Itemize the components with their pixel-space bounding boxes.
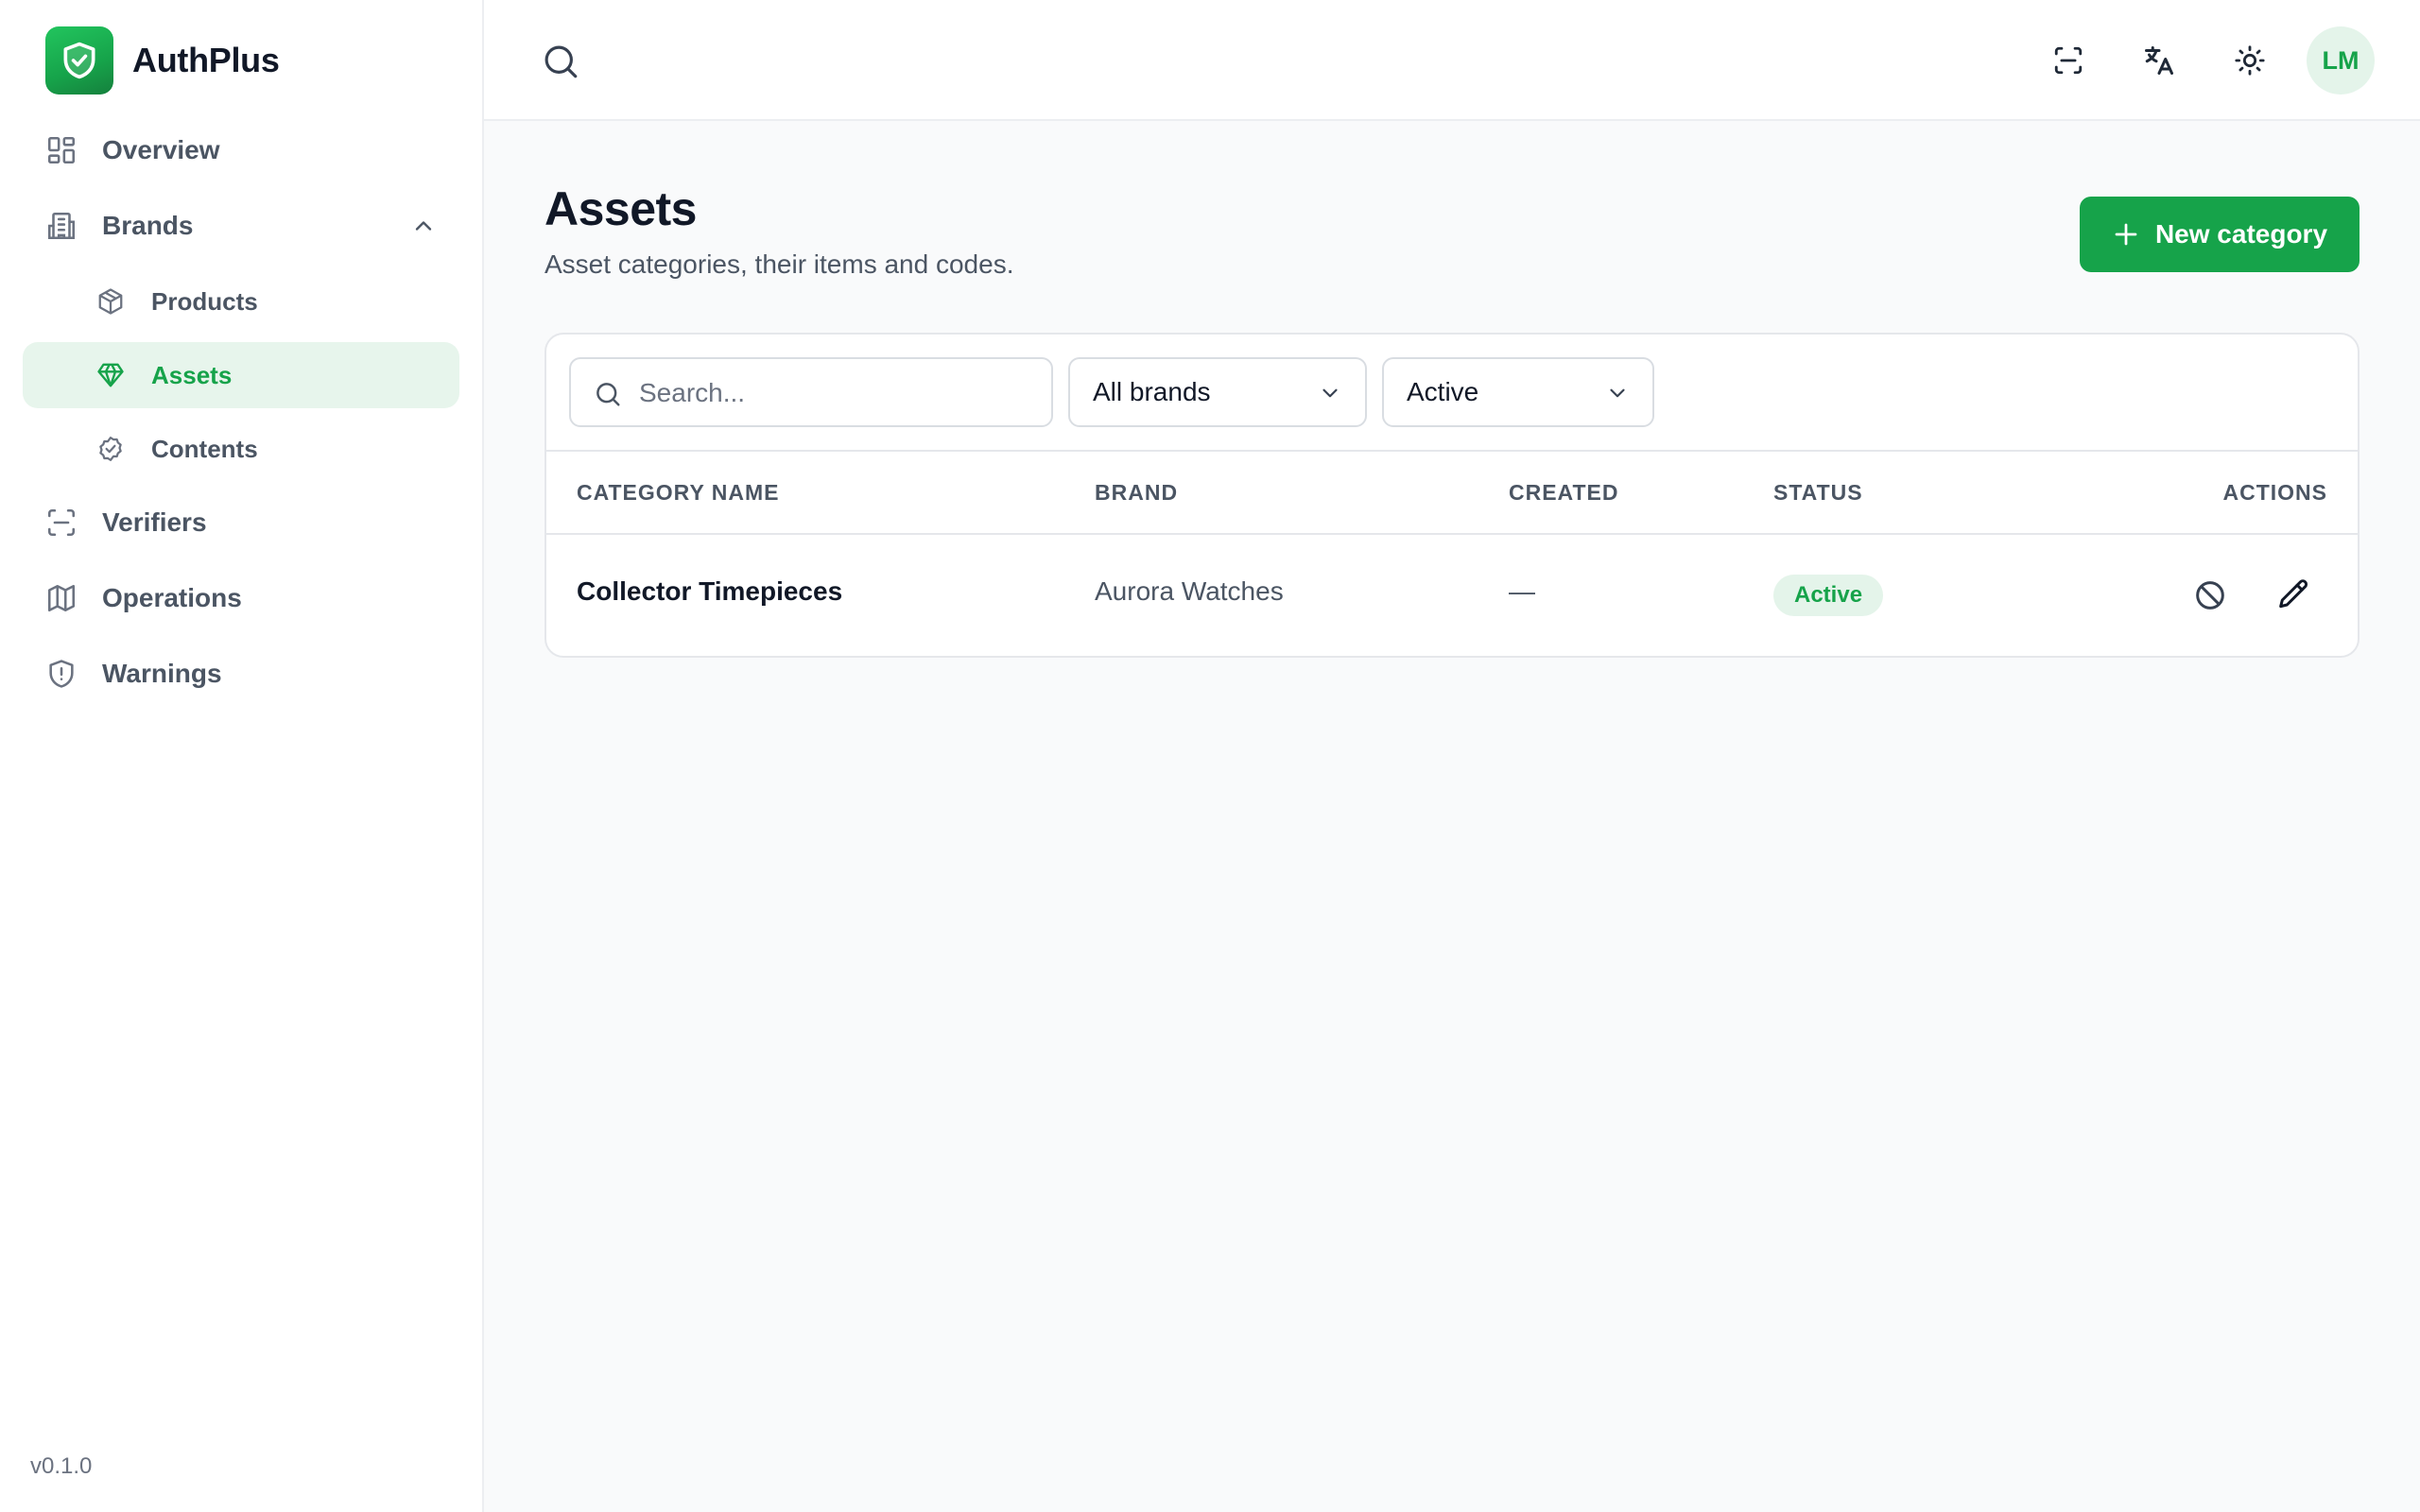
status-select[interactable]: Active <box>1382 357 1654 427</box>
page-title: Assets <box>544 182 698 235</box>
badge-check-icon <box>96 435 125 463</box>
shield-alert-icon <box>45 658 78 690</box>
new-category-label: New category <box>2154 219 2328 249</box>
sidebar-item-contents[interactable]: Contents <box>23 416 459 482</box>
brand-select[interactable]: All brands <box>1068 357 1367 427</box>
sidebar-item-label: Verifiers <box>102 507 207 537</box>
sidebar-item-brands[interactable]: Brands <box>23 193 459 259</box>
table-header: CATEGORY NAME BRAND CREATED STATUS ACTIO… <box>546 450 2358 535</box>
building-icon <box>45 210 78 242</box>
chevron-down-icon <box>1318 381 1342 405</box>
column-header-brand[interactable]: BRAND <box>1095 480 1178 506</box>
avatar[interactable]: LM <box>2307 26 2375 94</box>
edit-pencil-icon[interactable] <box>2274 576 2312 614</box>
disable-icon[interactable] <box>2191 576 2229 614</box>
sidebar-item-label: Overview <box>102 135 220 164</box>
table-row[interactable]: Collector Timepieces Aurora Watches — Ac… <box>546 535 2358 656</box>
sidebar-item-assets[interactable]: Assets <box>23 342 459 408</box>
box-icon <box>96 287 125 316</box>
sidebar-item-products[interactable]: Products <box>23 268 459 335</box>
app-name: AuthPlus <box>132 41 280 79</box>
plus-icon <box>2112 220 2140 249</box>
topbar-actions: LM <box>2012 26 2375 94</box>
status-badge: Active <box>1773 575 1884 616</box>
app-brand[interactable]: AuthPlus <box>45 26 280 94</box>
chevron-down-icon <box>1605 381 1630 405</box>
sun-icon[interactable] <box>2216 26 2284 94</box>
column-header-created[interactable]: CREATED <box>1509 480 1618 506</box>
grid-icon <box>45 134 78 166</box>
sidebar-item-label: Brands <box>102 211 194 240</box>
brand-cell: Aurora Watches <box>1095 576 1284 606</box>
sidebar-item-label: Products <box>151 286 258 316</box>
assets-table-card: All brands Active CATEGORY NAME BRAND CR… <box>544 333 2360 658</box>
search-icon[interactable] <box>541 42 580 81</box>
new-category-button[interactable]: New category <box>2080 197 2360 272</box>
created-cell: — <box>1509 576 1535 606</box>
search-input[interactable] <box>639 372 1036 414</box>
scan-icon[interactable] <box>2034 26 2102 94</box>
category-name-cell[interactable]: Collector Timepieces <box>577 576 842 607</box>
sidebar: AuthPlus Overview Brands Products Assets… <box>0 0 484 1512</box>
chevron-up-icon[interactable] <box>410 213 437 239</box>
sidebar-item-label: Contents <box>151 434 258 463</box>
sidebar-item-label: Operations <box>102 583 242 612</box>
sidebar-item-label: Warnings <box>102 659 222 688</box>
column-header-actions: ACTIONS <box>2222 480 2327 505</box>
translate-icon[interactable] <box>2125 26 2193 94</box>
brand-select-value: All brands <box>1093 377 1211 406</box>
search-icon <box>594 380 622 408</box>
page-subtitle: Asset categories, their items and codes. <box>544 249 1014 279</box>
shield-check-logo-icon <box>45 26 113 94</box>
column-header-category-name[interactable]: CATEGORY NAME <box>577 480 779 506</box>
column-header-status[interactable]: STATUS <box>1773 480 1863 506</box>
app-version: v0.1.0 <box>30 1453 93 1479</box>
status-select-value: Active <box>1407 377 1479 406</box>
sidebar-item-warnings[interactable]: Warnings <box>23 641 459 707</box>
search-field[interactable] <box>569 357 1053 427</box>
sidebar-item-label: Assets <box>151 360 233 389</box>
sidebar-item-overview[interactable]: Overview <box>23 117 459 183</box>
topbar: LM <box>484 0 2420 121</box>
gem-icon <box>96 361 125 389</box>
filter-bar: All brands Active <box>569 357 2335 427</box>
scan-icon <box>45 507 78 539</box>
map-icon <box>45 582 78 614</box>
sidebar-item-verifiers[interactable]: Verifiers <box>23 490 459 556</box>
sidebar-item-operations[interactable]: Operations <box>23 565 459 631</box>
sidebar-nav: Overview Brands Products Assets Contents… <box>23 117 459 716</box>
